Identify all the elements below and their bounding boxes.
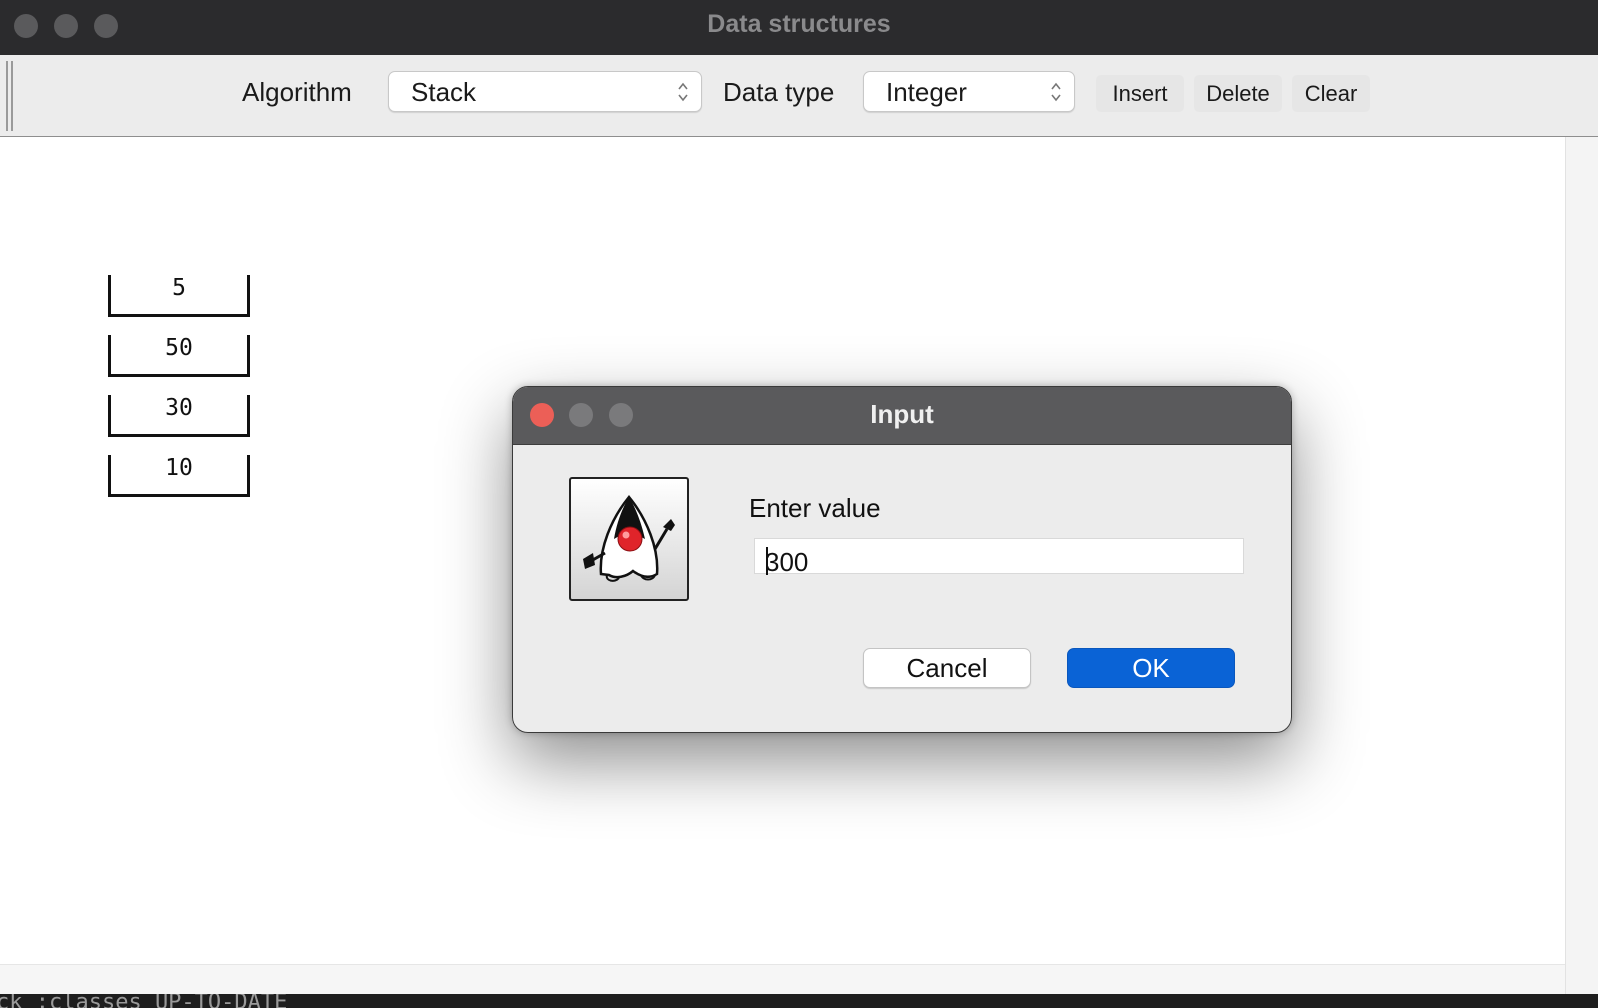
datatype-select[interactable]: Integer <box>863 71 1075 112</box>
clear-button[interactable]: Clear <box>1292 75 1370 112</box>
delete-button[interactable]: Delete <box>1194 75 1282 112</box>
stack-item-value: 5 <box>172 275 186 301</box>
text-caret <box>766 547 768 575</box>
console-output: ck :classes UP-TO-DATE <box>0 994 1598 1008</box>
stack-item-value: 50 <box>165 335 193 361</box>
dialog-title: Input <box>870 399 934 429</box>
stack-item: 50 <box>108 335 250 377</box>
value-input-text: 300 <box>765 547 809 577</box>
window-title: Data structures <box>707 10 891 38</box>
algorithm-select[interactable]: Stack <box>388 71 702 112</box>
ok-button[interactable]: OK <box>1067 648 1235 688</box>
toolbar: Algorithm Stack Data type Integer Insert… <box>0 55 1598 138</box>
dialog-prompt: Enter value <box>749 493 881 523</box>
cancel-button[interactable]: Cancel <box>863 648 1031 688</box>
toolbar-grip[interactable] <box>6 61 8 131</box>
stack-item-value: 10 <box>165 455 193 481</box>
toolbar-grip[interactable] <box>11 61 13 131</box>
algorithm-label: Algorithm <box>242 77 352 107</box>
algorithm-select-value: Stack <box>411 77 477 107</box>
datatype-label: Data type <box>723 77 835 107</box>
input-dialog: Input Enter value 300 Cancel OK <box>512 386 1292 733</box>
console-text: ck :classes UP-TO-DATE <box>0 994 288 1008</box>
stack-item-value: 30 <box>165 395 193 421</box>
stack-item: 10 <box>108 455 250 497</box>
window-titlebar: Data structures <box>0 0 1598 56</box>
datatype-select-value: Integer <box>886 77 967 107</box>
updown-chevron-icon <box>1051 82 1061 102</box>
dialog-titlebar: Input <box>513 387 1291 445</box>
horizontal-scrollbar[interactable] <box>0 964 1565 995</box>
stack-item: 5 <box>108 275 250 317</box>
stack-item: 30 <box>108 395 250 437</box>
insert-button[interactable]: Insert <box>1096 75 1184 112</box>
vertical-scrollbar[interactable] <box>1565 137 1598 999</box>
updown-chevron-icon <box>678 82 688 102</box>
main-window: Data structures Algorithm Stack Data typ… <box>0 0 1598 1008</box>
value-input[interactable]: 300 <box>754 538 1244 577</box>
java-duke-icon <box>569 477 689 601</box>
